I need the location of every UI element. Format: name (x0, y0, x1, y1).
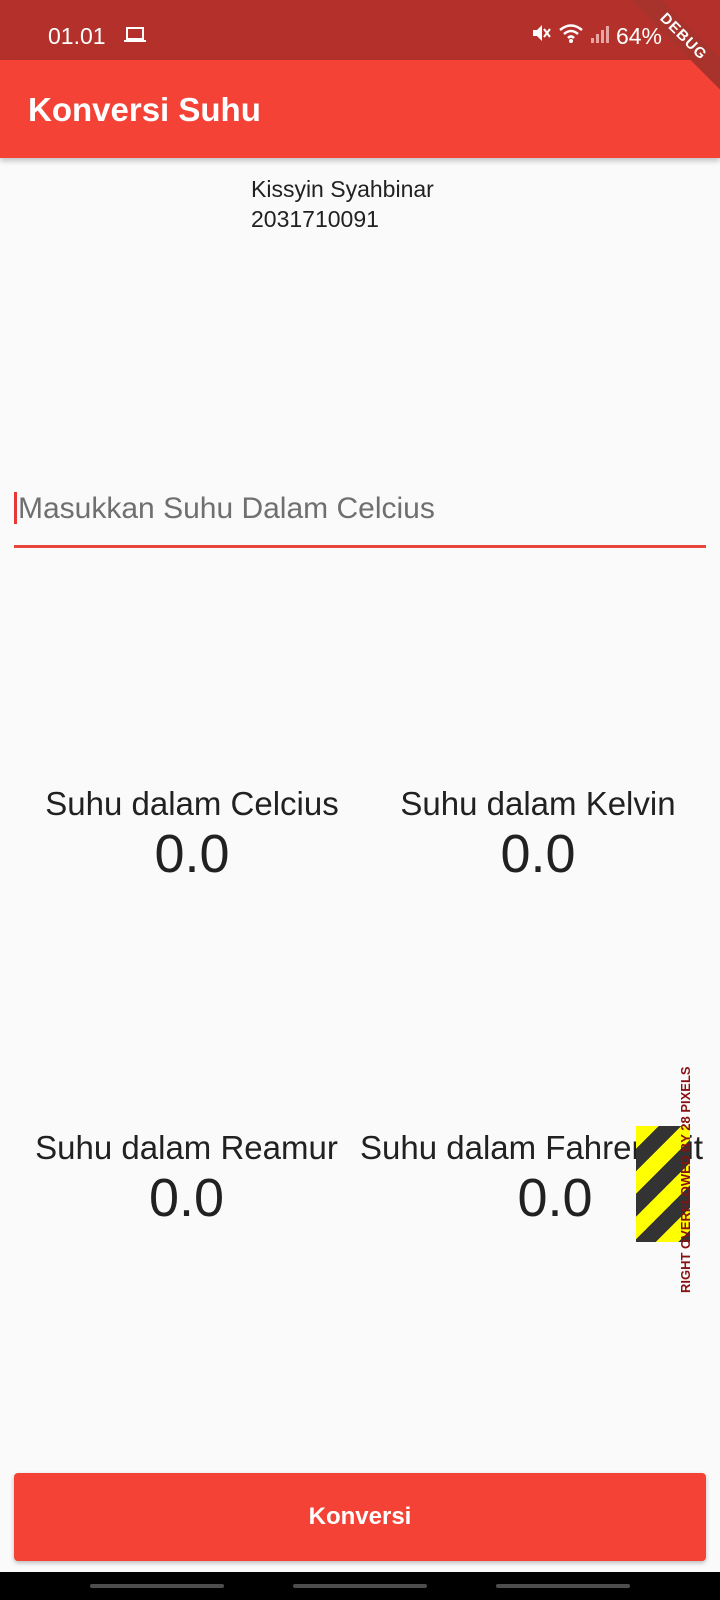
app-title: Konversi Suhu (28, 91, 261, 128)
navigation-bar (0, 1572, 720, 1600)
status-icons: 64% (530, 22, 662, 50)
mute-icon (530, 22, 552, 50)
signal-icon (590, 22, 610, 50)
author-info: Kissyin Syahbinar 2031710091 (251, 174, 434, 234)
fahrenheit-value: 0.0 (517, 1168, 593, 1228)
overflow-warning-text: RIGHT OVERFLOWED BY 28 PIXELS (678, 1066, 693, 1293)
wifi-icon (558, 22, 584, 50)
kelvin-result: Suhu dalam Kelvin 0.0 (378, 784, 698, 884)
celsius-input[interactable] (14, 478, 706, 548)
reamur-result: Suhu dalam Reamur 0.0 (14, 1128, 359, 1228)
celsius-value: 0.0 (154, 824, 230, 884)
reamur-label: Suhu dalam Reamur (35, 1129, 338, 1166)
status-bar: 01.01 64% DEBUG (0, 0, 720, 98)
temperature-input-container (14, 478, 706, 550)
convert-button[interactable]: Konversi (14, 1473, 706, 1561)
reamur-value: 0.0 (148, 1168, 225, 1228)
nav-back-handle[interactable] (496, 1584, 630, 1588)
nav-home-handle[interactable] (293, 1584, 427, 1588)
text-cursor (14, 492, 17, 524)
kelvin-label: Suhu dalam Kelvin (400, 785, 676, 822)
author-id: 2031710091 (251, 206, 379, 232)
app-bar: Konversi Suhu (0, 60, 720, 158)
kelvin-value: 0.0 (500, 824, 576, 884)
author-name: Kissyin Syahbinar (251, 176, 434, 202)
celsius-result: Suhu dalam Celcius 0.0 (22, 784, 362, 884)
laptop-icon (124, 26, 146, 49)
celsius-label: Suhu dalam Celcius (45, 785, 339, 822)
nav-recent-handle[interactable] (90, 1584, 224, 1588)
status-time: 01.01 (48, 23, 106, 49)
battery-percentage: 64% (615, 23, 662, 49)
